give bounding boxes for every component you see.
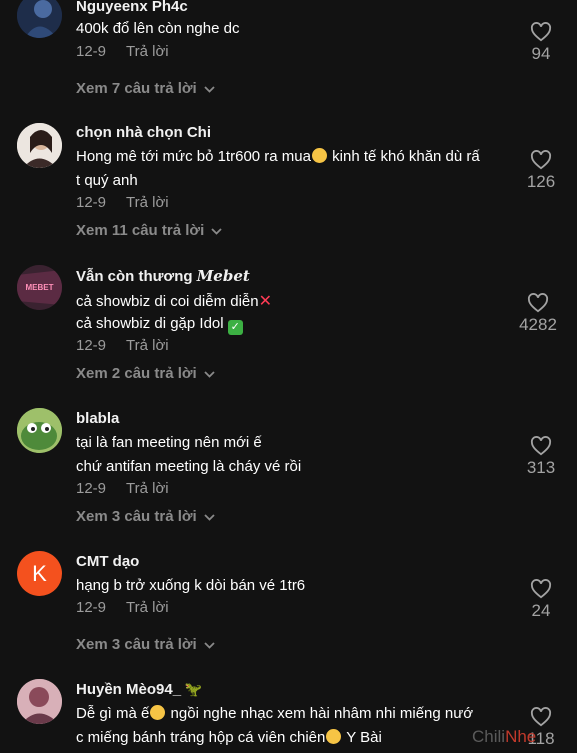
comment-meta: 12-9 Trả lời	[76, 599, 169, 616]
comment-text-part: cả showbiz di gặp Idol	[76, 315, 228, 332]
view-replies-label: Xem 7 câu trả lời	[76, 80, 197, 97]
comment-username[interactable]: blabla	[76, 410, 119, 427]
view-replies-button[interactable]: Xem 7 câu trả lời	[76, 80, 215, 97]
comment-text: hạng b trở xuống k dòi bán vé 1tr6	[76, 577, 306, 594]
view-replies-label: Xem 2 câu trả lời	[76, 365, 197, 382]
chevron-down-icon	[204, 85, 215, 93]
emoji-icon	[326, 729, 342, 744]
comment-text: c miếng bánh tráng hộp cá viên chiên Y B…	[76, 729, 382, 746]
chevron-down-icon	[211, 227, 222, 235]
like-area: 24	[505, 579, 577, 621]
chevron-down-icon	[204, 370, 215, 378]
heart-icon[interactable]	[530, 436, 552, 456]
like-count: 126	[526, 172, 556, 191]
reply-button[interactable]: Trả lời	[126, 43, 169, 60]
comment-text: t quý anh	[76, 172, 138, 189]
view-replies-button[interactable]: Xem 3 câu trả lời	[76, 508, 215, 525]
comment-text: 400k đổ lên còn nghe dc	[76, 20, 240, 37]
like-count: 24	[531, 601, 551, 620]
avatar[interactable]	[17, 123, 62, 168]
view-replies-label: Xem 3 câu trả lời	[76, 636, 197, 653]
like-area: 94	[505, 22, 577, 64]
comment-meta: 12-9 Trả lời	[76, 43, 169, 60]
comment-meta: 12-9 Trả lời	[76, 337, 169, 354]
comment-date: 12-9	[76, 194, 107, 211]
avatar[interactable]	[17, 0, 62, 38]
cross-mark-icon: ✕	[258, 293, 272, 310]
avatar[interactable]: K	[17, 551, 62, 596]
comment-date: 12-9	[76, 43, 107, 60]
comment-text-part: kinh tế khó khăn dù rấ	[327, 148, 480, 165]
dinosaur-icon: 🦖	[181, 681, 203, 697]
comment-username[interactable]: Vẫn còn thương Mebet	[76, 267, 250, 285]
heart-icon[interactable]	[530, 579, 552, 599]
comment-username[interactable]: Huyền Mèo94_ 🦖	[76, 681, 202, 698]
username-text: Vẫn còn thương	[76, 268, 197, 285]
view-replies-label: Xem 11 câu trả lời	[76, 222, 205, 239]
comment-username[interactable]: chọn nhà chọn Chi	[76, 124, 211, 141]
comment-meta: 12-9 Trả lời	[76, 480, 169, 497]
comment-text-part: c miếng bánh tráng hộp cá viên chiên	[76, 729, 326, 746]
like-count: 313	[526, 458, 556, 477]
check-mark-icon: ✓	[227, 320, 243, 335]
heart-icon[interactable]	[530, 707, 552, 727]
view-replies-label: Xem 3 câu trả lời	[76, 508, 197, 525]
view-replies-button[interactable]: Xem 2 câu trả lời	[76, 365, 215, 382]
comment-text-part: Y Bài	[342, 729, 382, 746]
avatar[interactable]	[17, 679, 62, 724]
like-area: 313	[505, 436, 577, 478]
avatar[interactable]	[17, 408, 62, 453]
heart-icon[interactable]	[527, 293, 549, 313]
comment-username[interactable]: Nguyeenx Ph4c	[76, 0, 188, 15]
reply-button[interactable]: Trả lời	[126, 194, 169, 211]
reply-button[interactable]: Trả lời	[126, 480, 169, 497]
comment-text-part: ngồi nghe nhạc xem hài nhâm nhi miếng nư…	[166, 705, 474, 722]
comment-text: cả showbiz di gặp Idol ✓	[76, 315, 243, 335]
like-count: 94	[531, 44, 551, 63]
view-replies-button[interactable]: Xem 3 câu trả lời	[76, 636, 215, 653]
comment-text-part: Dễ gì mà ế	[76, 705, 150, 722]
comment-text: Dễ gì mà ế ngồi nghe nhạc xem hài nhâm n…	[76, 705, 473, 722]
heart-icon[interactable]	[530, 150, 552, 170]
watermark: ChiliNhe	[472, 727, 536, 747]
like-area: 126	[505, 150, 577, 192]
comment-text-part: Hong mê tới mức bỏ 1tr600 ra mua	[76, 148, 311, 165]
view-replies-button[interactable]: Xem 11 câu trả lời	[76, 222, 222, 239]
comment-text-part: cả showbiz di coi diễm diễn	[76, 293, 259, 310]
comment-text: Hong mê tới mức bỏ 1tr600 ra mua kinh tế…	[76, 148, 480, 165]
reply-button[interactable]: Trả lời	[126, 337, 169, 354]
comment-date: 12-9	[76, 599, 107, 616]
like-area: 4282	[503, 293, 573, 335]
username-text: Huyền Mèo94_	[76, 681, 182, 698]
comment-text: cả showbiz di coi diễm diễn✕	[76, 291, 272, 311]
reply-button[interactable]: Trả lời	[126, 599, 169, 616]
comment-date: 12-9	[76, 480, 107, 497]
comment-meta: 12-9 Trả lời	[76, 194, 169, 211]
watermark-text: Chili	[472, 727, 506, 746]
emoji-icon	[150, 705, 166, 720]
watermark-text-highlight: Nhe	[505, 727, 537, 746]
username-fancy-text: Mebet	[196, 267, 250, 285]
chevron-down-icon	[204, 641, 215, 649]
emoji-icon	[311, 148, 327, 163]
like-count: 4282	[519, 315, 557, 334]
comment-text: chứ antifan meeting là cháy vé rồi	[76, 458, 302, 475]
heart-icon[interactable]	[530, 22, 552, 42]
chevron-down-icon	[204, 513, 215, 521]
comment-text: tại là fan meeting nên mới ế	[76, 434, 262, 451]
comment-username[interactable]: CMT dạo	[76, 553, 139, 570]
avatar-label: MEBET	[25, 283, 54, 292]
comment-date: 12-9	[76, 337, 107, 354]
